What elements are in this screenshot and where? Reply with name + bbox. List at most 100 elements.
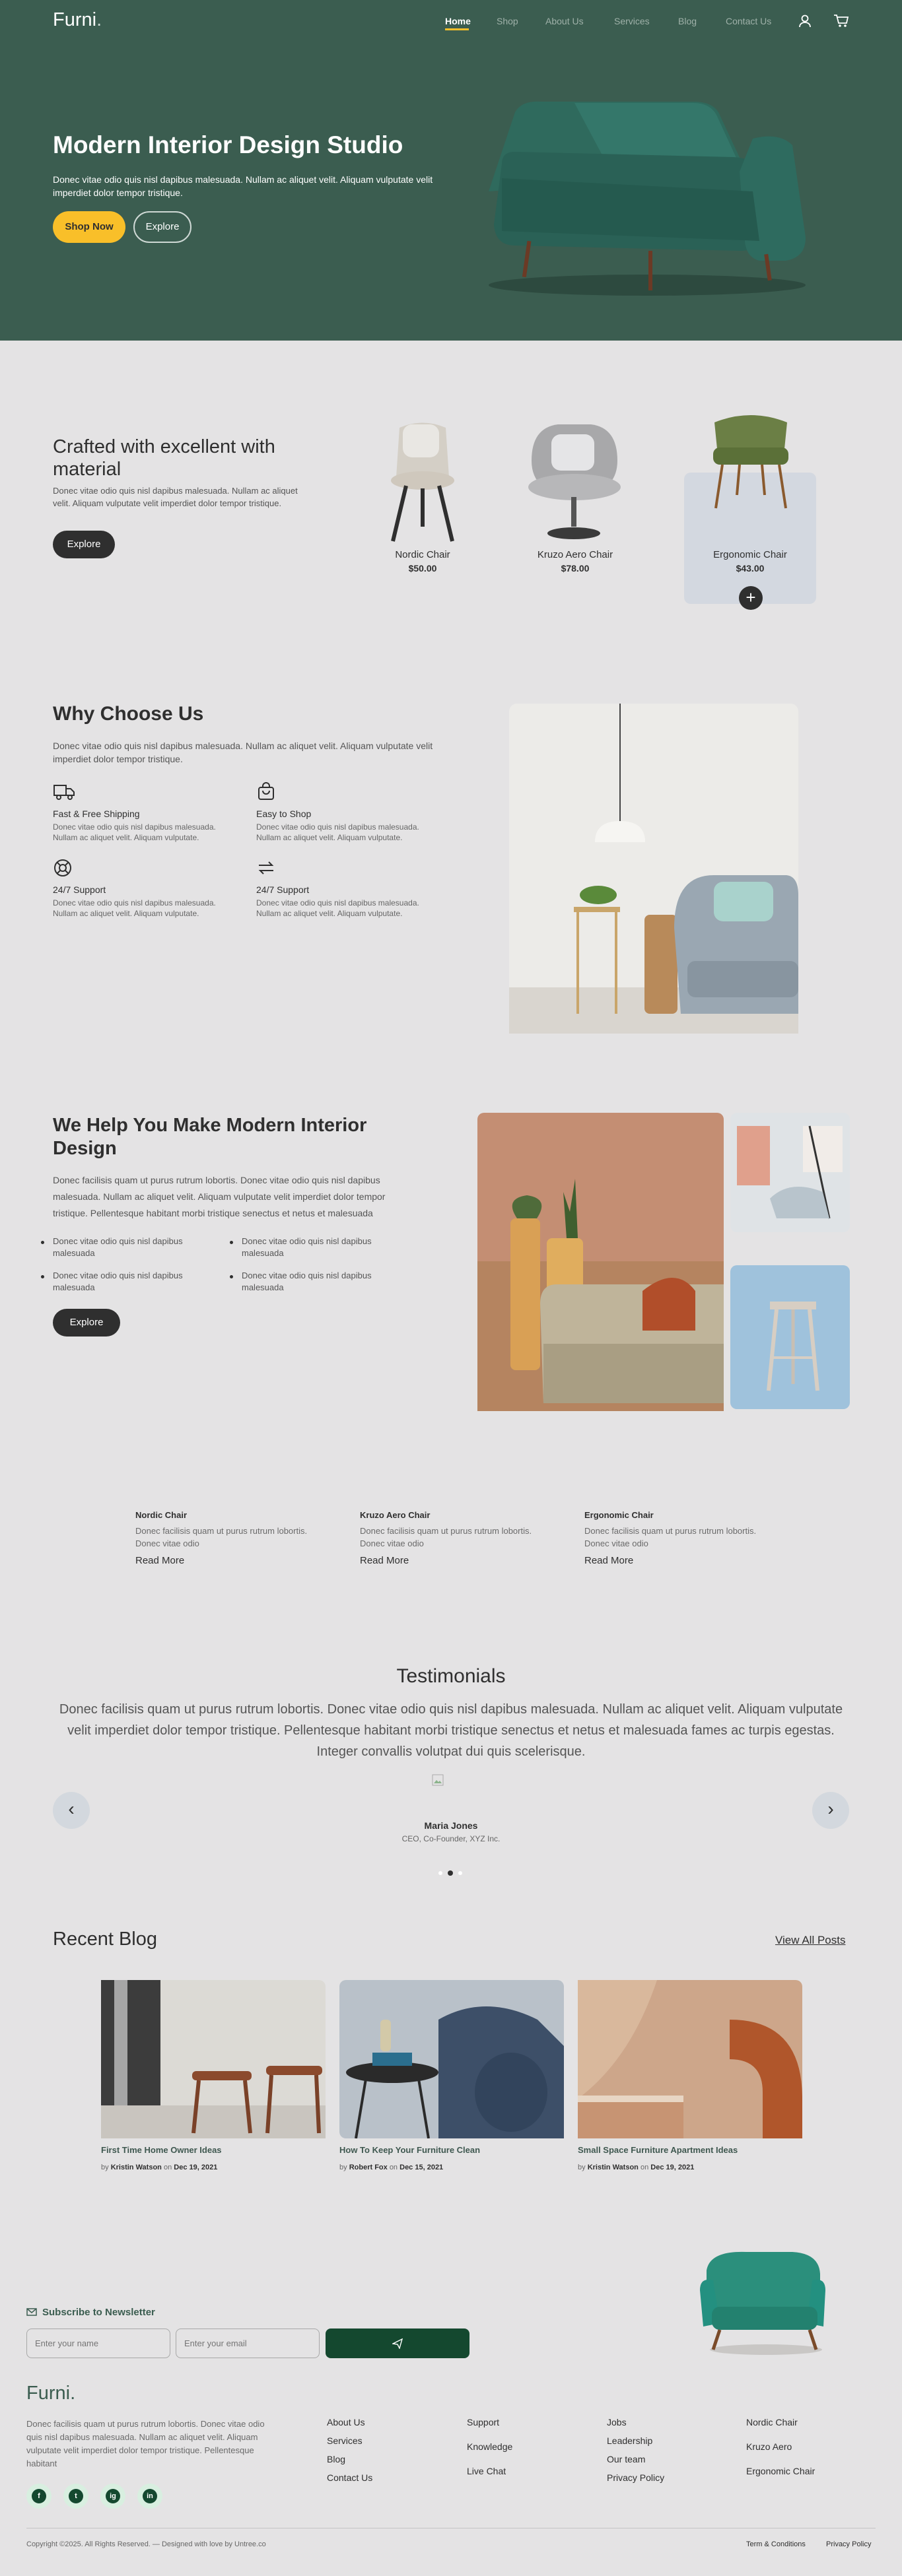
footer-link[interactable]: Jobs — [607, 2417, 627, 2427]
help-bullet: Donec vitae odio quis nisl dapibus males… — [242, 1271, 372, 1292]
bullet-dot — [41, 1241, 44, 1244]
terms-link[interactable]: Term & Conditions — [746, 2540, 806, 2548]
product-price: $78.00 — [561, 563, 590, 574]
nordic-chair-image[interactable] — [373, 414, 472, 546]
linkedin-icon[interactable]: in — [137, 2484, 162, 2509]
popular-product-text: Donec facilisis quam ut purus rutrum lob… — [360, 1526, 532, 1548]
blog-title: Recent Blog — [53, 1929, 157, 1950]
nav-item-contact[interactable]: Contact Us — [726, 16, 771, 26]
blog-post-title[interactable]: Small Space Furniture Apartment Ideas — [578, 2145, 738, 2155]
footer-link[interactable]: Services — [327, 2435, 363, 2446]
popular-product-title: Nordic Chair — [135, 1510, 188, 1520]
testimonial-author: Maria Jones — [424, 1820, 478, 1831]
shop-now-button[interactable]: Shop Now — [53, 211, 125, 243]
copyright-text: Copyright ©2025. All Rights Reserved. — … — [26, 2540, 266, 2548]
bag-icon — [258, 782, 274, 800]
footer-link[interactable]: Nordic Chair — [746, 2417, 798, 2427]
bullet-dot — [230, 1241, 233, 1244]
cart-icon[interactable] — [833, 14, 849, 28]
user-icon[interactable] — [798, 14, 812, 28]
footer-link[interactable]: Kruzo Aero — [746, 2441, 792, 2452]
add-to-cart-icon[interactable]: + — [739, 586, 763, 610]
footer-link[interactable]: Support — [467, 2417, 499, 2427]
testimonial-quote: Donec facilisis quam ut purus rutrum lob… — [59, 1702, 843, 1759]
instagram-icon[interactable]: ig — [100, 2484, 125, 2509]
newsletter-title: Subscribe to Newsletter — [42, 2307, 155, 2318]
blog-image-stools[interactable] — [101, 1980, 326, 2138]
facebook-icon[interactable]: f — [26, 2484, 52, 2509]
help-bullet: Donec vitae odio quis nisl dapibus males… — [242, 1236, 372, 1258]
privacy-link[interactable]: Privacy Policy — [826, 2540, 871, 2548]
popular-product-text: Donec facilisis quam ut purus rutrum lob… — [584, 1526, 757, 1548]
help-large-image — [477, 1113, 724, 1411]
popular-product-text: Donec facilisis quam ut purus rutrum lob… — [135, 1526, 308, 1548]
footer-link[interactable]: Live Chat — [467, 2466, 506, 2476]
footer-logo[interactable]: Furni. — [26, 2383, 75, 2404]
testimonial-role: CEO, Co-Founder, XYZ Inc. — [401, 1834, 501, 1843]
help-explore-button[interactable]: Explore — [53, 1309, 120, 1337]
feature-text: Donec vitae odio quis nisl dapibus males… — [256, 898, 419, 918]
view-all-posts-link[interactable]: View All Posts — [775, 1934, 845, 1947]
products-explore-button[interactable]: Explore — [53, 531, 115, 558]
feature-title: Fast & Free Shipping — [53, 809, 140, 819]
hero-sofa-image — [489, 101, 806, 296]
blog-image-table[interactable] — [339, 1980, 564, 2138]
product-price: $50.00 — [408, 563, 437, 574]
footer-link[interactable]: Blog — [327, 2454, 345, 2464]
bullet-dot — [230, 1275, 233, 1278]
nav-active-indicator — [445, 28, 469, 30]
newsletter-email-input[interactable] — [176, 2328, 320, 2358]
nav-item-services[interactable]: Services — [614, 16, 650, 26]
site-logo[interactable]: Furni. — [53, 9, 102, 31]
ergonomic-chair-image[interactable] — [701, 409, 800, 515]
support-icon — [54, 859, 71, 876]
product-name: Kruzo Aero Chair — [537, 549, 613, 560]
carousel-dot[interactable] — [458, 1871, 462, 1875]
bullet-dot — [41, 1275, 44, 1278]
why-title: Why Choose Us — [53, 703, 204, 725]
newsletter-name-input[interactable] — [26, 2328, 170, 2358]
footer-link[interactable]: Ergonomic Chair — [746, 2466, 815, 2476]
feature-title: 24/7 Support — [256, 884, 310, 895]
hero-explore-button[interactable]: Explore — [133, 211, 191, 243]
blog-image-apartment[interactable] — [578, 1980, 802, 2138]
product-name: Ergonomic Chair — [713, 549, 787, 560]
help-bottom-small-image — [730, 1265, 850, 1409]
hero-title: Modern Interior Design Studio — [53, 131, 403, 158]
products-text: Donec vitae odio quis nisl dapibus males… — [53, 486, 298, 508]
blog-post-title[interactable]: How To Keep Your Furniture Clean — [339, 2145, 480, 2155]
blog-post-title[interactable]: First Time Home Owner Ideas — [101, 2145, 222, 2155]
product-name: Nordic Chair — [395, 549, 450, 560]
nav-item-about[interactable]: About Us — [545, 16, 584, 26]
footer-link[interactable]: Knowledge — [467, 2441, 512, 2452]
read-more-link[interactable]: Read More — [584, 1555, 633, 1566]
footer-link[interactable]: Leadership — [607, 2435, 652, 2446]
products-title: Crafted with excellent with material — [53, 436, 275, 480]
twitter-icon[interactable]: t — [63, 2484, 88, 2509]
feature-text: Donec vitae odio quis nisl dapibus males… — [256, 822, 419, 842]
carousel-dot-active[interactable] — [448, 1870, 453, 1876]
blog-post-meta: by Robert Fox on Dec 15, 2021 — [339, 2163, 444, 2171]
popular-product-title: Ergonomic Chair — [584, 1510, 654, 1520]
avatar — [432, 1774, 444, 1786]
carousel-dot[interactable] — [438, 1871, 442, 1875]
footer-link[interactable]: Privacy Policy — [607, 2472, 664, 2483]
read-more-link[interactable]: Read More — [360, 1555, 409, 1566]
newsletter-submit-button[interactable] — [326, 2328, 469, 2358]
help-bullet: Donec vitae odio quis nisl dapibus males… — [53, 1271, 183, 1292]
footer-text: Donec facilisis quam ut purus rutrum lob… — [26, 2419, 265, 2468]
nav-item-blog[interactable]: Blog — [678, 16, 697, 26]
kruzo-aero-chair-image[interactable] — [518, 414, 631, 546]
footer-link[interactable]: Contact Us — [327, 2472, 372, 2483]
blog-post-meta: by Kristin Watson on Dec 19, 2021 — [101, 2163, 218, 2171]
feature-text: Donec vitae odio quis nisl dapibus males… — [53, 898, 216, 918]
footer-link[interactable]: Our team — [607, 2454, 645, 2464]
nav-item-home[interactable]: Home — [445, 16, 471, 26]
truck-icon — [53, 785, 75, 800]
popular-product-title: Kruzo Aero Chair — [360, 1510, 431, 1520]
why-text: Donec vitae odio quis nisl dapibus males… — [53, 741, 433, 764]
read-more-link[interactable]: Read More — [135, 1555, 184, 1566]
feature-title: Easy to Shop — [256, 809, 312, 819]
footer-link[interactable]: About Us — [327, 2417, 365, 2427]
nav-item-shop[interactable]: Shop — [497, 16, 518, 26]
